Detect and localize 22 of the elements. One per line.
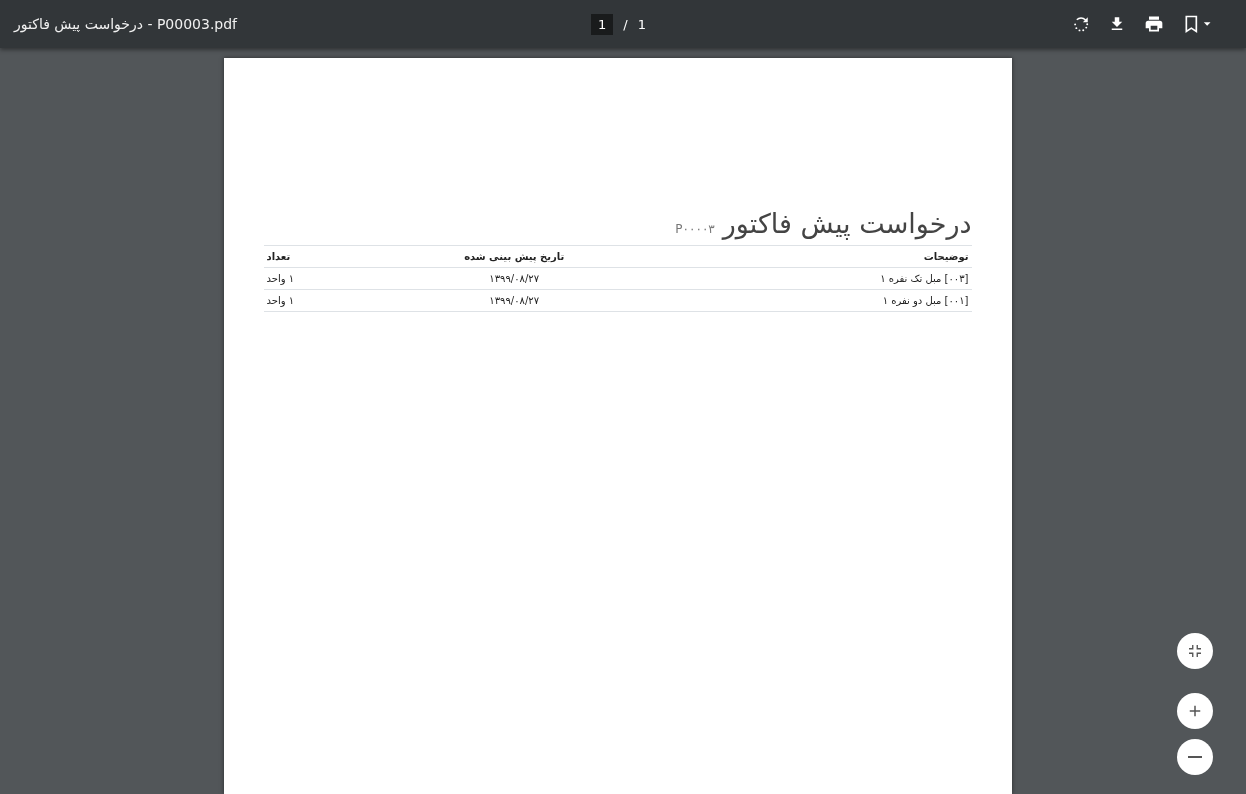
page-number-field[interactable]: 1 [591,13,614,35]
print-icon[interactable] [1144,14,1164,34]
reference-number: P۰۰۰۰۳ [675,222,715,236]
page-separator: / [623,16,628,32]
zoom-in-button[interactable] [1177,693,1213,729]
table-cell: ۱۳۹۹/۰۸/۲۷ [349,289,679,312]
column-header: تعداد [263,246,350,268]
document-heading: درخواست پیش فاکتور [722,208,972,239]
table-cell: [۰۰۱] مبل دو نفره ۱ [678,289,972,312]
shrink-icon [1186,642,1204,660]
document-title: درخواست پیش فاکتور - P00003.pdf [14,16,239,32]
rotate-icon[interactable] [1072,15,1090,33]
table-cell: [۰۰۳] مبل تک نفره ۱ [678,267,972,290]
fit-to-page-button[interactable] [1177,633,1213,669]
minus-icon [1188,756,1202,758]
column-header: تاریخ پیش بینی شده [349,246,679,268]
table-cell: ۱ واحد [263,289,350,312]
page-count: 1 [637,16,646,32]
zoom-out-button[interactable] [1177,739,1213,775]
table-cell: ۱ واحد [263,267,350,290]
table-cell: ۱۳۹۹/۰۸/۲۷ [349,267,679,290]
column-header: توضیحات [678,246,972,268]
